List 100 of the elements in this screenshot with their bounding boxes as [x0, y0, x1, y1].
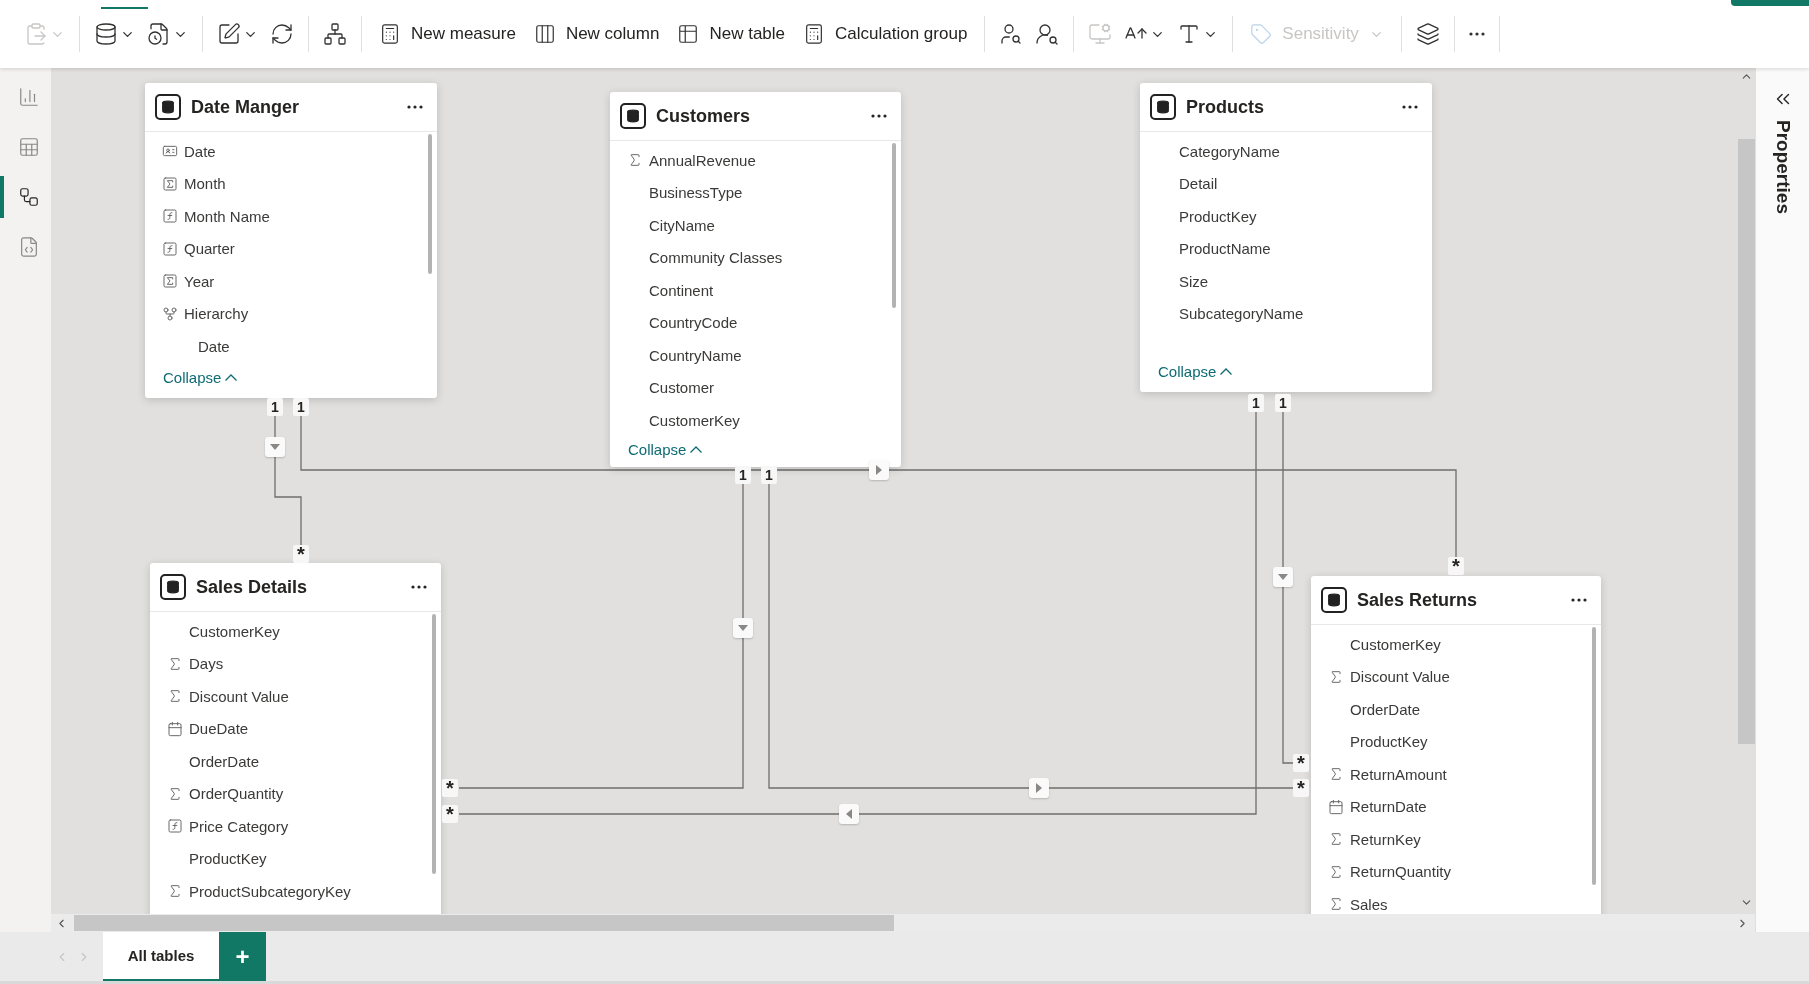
tag-icon [1250, 23, 1273, 45]
more-options-button[interactable] [405, 103, 425, 111]
user-search-icon [1035, 22, 1060, 46]
add-page-button[interactable]: + [219, 932, 266, 981]
field-name[interactable]: CityName [649, 216, 715, 234]
table-title: Date Manger [191, 96, 301, 118]
field-name[interactable]: ProductKey [189, 850, 267, 868]
cardinality-label: * [1293, 779, 1309, 797]
field-name[interactable]: Days [189, 655, 224, 673]
field-name[interactable]: Date [184, 142, 216, 160]
sigma-icon [1328, 668, 1344, 685]
field-name[interactable]: ProductName [1179, 240, 1271, 258]
cardinality-label: * [293, 545, 309, 563]
field-name[interactable]: Community Classes [649, 249, 783, 267]
collapse-link[interactable]: Collapse [1158, 359, 1233, 384]
database-icon [94, 22, 118, 46]
refresh-icon [270, 22, 294, 46]
field-name[interactable]: Price Category [189, 817, 289, 835]
function-icon [167, 818, 183, 835]
field-name[interactable]: SubcategoryName [1179, 305, 1304, 323]
toolbar-button[interactable]: New column [524, 17, 669, 51]
table-card[interactable]: Customers AnnualRevenue BusinessType CityName Community Classes Continent CountryCode CountryName Customer CustomerKey Collapse [610, 92, 901, 467]
field-name[interactable]: OrderDate [1350, 700, 1421, 718]
field-name[interactable]: Discount Value [189, 687, 289, 705]
chevron-up-icon [690, 445, 703, 453]
sigma-icon [167, 688, 183, 705]
table-card[interactable]: Products CategoryName Detail ProductKey ProductName Size SubcategoryName Collapse [1140, 83, 1432, 392]
field-name[interactable]: Discount Value [1350, 668, 1450, 686]
more-icon [1468, 32, 1485, 36]
field-name[interactable]: BusinessType [649, 184, 743, 202]
more-icon [411, 585, 427, 589]
toolbar-button[interactable]: New measure [370, 17, 525, 51]
cardinality-label: * [442, 779, 458, 797]
collapse-link[interactable]: Collapse [163, 365, 238, 390]
properties-title: Properties [1771, 120, 1794, 214]
table-card[interactable]: Sales Details CustomerKey Days Discount Value DueDate OrderDate OrderQuantity Price Category ProductKey ProductSubcategoryKey [150, 563, 441, 914]
field-name[interactable]: Date [198, 337, 230, 355]
file-clock-icon [147, 22, 171, 46]
table-title: Customers [656, 105, 752, 127]
relationship-line[interactable] [274, 415, 302, 547]
toolbar-button[interactable]: Calculation group [794, 17, 977, 51]
scrollbar-thumb[interactable] [892, 143, 896, 308]
field-name[interactable]: CategoryName [1179, 142, 1280, 160]
database-icon [160, 574, 186, 600]
field-name[interactable]: Month [184, 175, 226, 193]
scrollbar-thumb[interactable] [74, 915, 894, 931]
field-name[interactable]: ReturnDate [1350, 798, 1427, 816]
field-name[interactable]: ProductSubcategoryKey [189, 882, 351, 900]
field-name[interactable]: Quarter [184, 240, 235, 258]
cardinality-label: 1 [761, 466, 777, 484]
field-name[interactable]: CustomerKey [189, 622, 280, 640]
more-options-button[interactable] [409, 583, 429, 591]
field-name[interactable]: Customer [649, 379, 715, 397]
field-name[interactable]: Detail [1179, 175, 1218, 193]
sigma-table-icon [162, 175, 178, 192]
field-name[interactable]: ReturnQuantity [1350, 863, 1451, 881]
database-icon [1150, 94, 1176, 120]
field-name[interactable]: CustomerKey [649, 411, 740, 429]
calendar-icon [1328, 798, 1344, 815]
field-name[interactable]: DueDate [189, 720, 249, 738]
more-options-button[interactable] [869, 112, 889, 120]
field-name[interactable]: Hierarchy [184, 305, 249, 323]
cardinality-label: 1 [1248, 394, 1264, 412]
more-icon [871, 114, 887, 118]
sigma-icon [167, 655, 183, 672]
field-name[interactable]: Year [184, 272, 215, 290]
field-name[interactable]: CountryCode [649, 314, 738, 332]
field-name[interactable]: ReturnAmount [1350, 765, 1447, 783]
toolbar-button[interactable]: New table [668, 17, 795, 51]
more-icon [1571, 598, 1587, 602]
table-view-icon [17, 136, 40, 158]
scrollbar-thumb[interactable] [428, 134, 432, 274]
cardinality-label: 1 [1275, 394, 1291, 412]
scrollbar-thumb[interactable] [1738, 139, 1755, 744]
field-name[interactable]: OrderQuantity [189, 785, 284, 803]
field-name[interactable]: Sales [1350, 895, 1388, 913]
chevron-up-icon [225, 374, 238, 381]
more-options-button[interactable] [1400, 103, 1420, 111]
field-name[interactable]: AnnualRevenue [649, 151, 756, 169]
field-name[interactable]: CountryName [649, 346, 742, 364]
table-card[interactable]: Date Manger Date Month Month Name Quarter Year Hierarchy Date Collapse [145, 83, 437, 398]
field-name[interactable]: ProductKey [1179, 207, 1257, 225]
relationship-line[interactable] [458, 410, 1257, 815]
field-name[interactable]: CustomerKey [1350, 635, 1441, 653]
table-card[interactable]: Sales Returns CustomerKey Discount Value OrderDate ProductKey ReturnAmount ReturnDate ReturnKey ReturnQuantity Sales [1311, 576, 1601, 914]
field-name[interactable]: Month Name [184, 207, 270, 225]
relationship-line[interactable] [1282, 410, 1294, 764]
database-icon [155, 94, 181, 120]
field-name[interactable]: ProductKey [1350, 733, 1428, 751]
field-name[interactable]: OrderDate [189, 752, 260, 770]
collapse-link[interactable]: Collapse [628, 436, 703, 462]
scrollbar-thumb[interactable] [432, 614, 436, 874]
more-options-button[interactable] [1569, 596, 1589, 604]
field-name[interactable]: ReturnKey [1350, 830, 1421, 848]
page-tab[interactable]: All tables [103, 932, 219, 981]
field-name[interactable]: Continent [649, 281, 714, 299]
field-name[interactable]: Size [1179, 272, 1209, 290]
cardinality-label: * [1293, 754, 1309, 772]
scrollbar-thumb[interactable] [1592, 627, 1596, 885]
function-icon [162, 208, 178, 225]
